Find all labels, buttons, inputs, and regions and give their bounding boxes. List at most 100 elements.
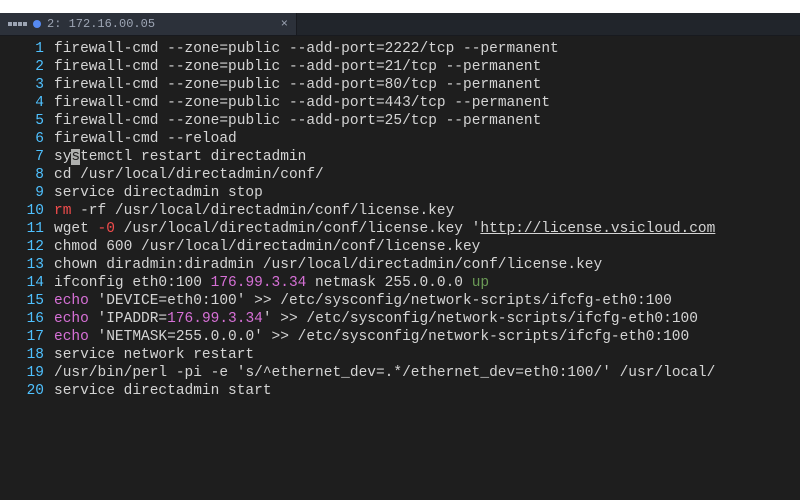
code-token: chmod 600 /usr/local/directadmin/conf/li… [54,239,480,255]
code-token: service network restart [54,347,254,363]
code-token: firewall-cmd [54,131,167,147]
code-line[interactable]: ifconfig eth0:100 176.99.3.34 netmask 25… [54,274,800,292]
code-token: --add-port [289,77,376,93]
code-line[interactable]: chmod 600 /usr/local/directadmin/conf/li… [54,238,800,256]
code-line[interactable]: firewall-cmd --zone=public --add-port=80… [54,76,800,94]
code-token: --permanent [463,41,559,57]
line-number-gutter: 1234567891011121314151617181920 [0,36,50,500]
code-token: --reload [167,131,237,147]
code-token: service directadmin stop [54,185,263,201]
line-number: 2 [0,58,44,76]
code-line[interactable]: rm -rf /usr/local/directadmin/conf/licen… [54,202,800,220]
code-line[interactable]: systemctl restart directadmin [54,148,800,166]
code-line[interactable]: service directadmin stop [54,184,800,202]
line-number: 1 [0,40,44,58]
code-token: 'DEVICE=eth0:100' >> /etc/sysconfig/netw… [89,293,672,309]
code-token: -pi [176,365,202,381]
code-token: sy [54,149,71,165]
code-content[interactable]: firewall-cmd --zone=public --add-port=22… [50,36,800,500]
code-token: =public [219,41,289,57]
code-token: firewall-cmd [54,41,167,57]
code-token: =public [219,95,289,111]
code-token: 176.99.3.34 [167,311,263,327]
line-number: 3 [0,76,44,94]
code-token: firewall-cmd [54,95,167,111]
code-token: =80/tcp [376,77,446,93]
editor-tab-active[interactable]: 2: 172.16.00.05 × [0,13,297,35]
line-number: 17 [0,328,44,346]
code-line[interactable]: firewall-cmd --zone=public --add-port=22… [54,40,800,58]
code-line[interactable]: /usr/bin/perl -pi -e 's/^ethernet_dev=.*… [54,364,800,382]
code-token: --permanent [446,59,542,75]
line-number: 7 [0,148,44,166]
code-token: ' >> /etc/sysconfig/network-scripts/ifcf… [263,311,698,327]
code-token: =21/tcp [376,59,446,75]
code-line[interactable]: firewall-cmd --zone=public --add-port=25… [54,112,800,130]
code-token: up [472,275,489,291]
code-line[interactable]: firewall-cmd --zone=public --add-port=21… [54,58,800,76]
code-token: --zone [167,113,219,129]
line-number: 16 [0,310,44,328]
code-token: =public [219,113,289,129]
tab-grip-icon [8,22,27,26]
code-token: --permanent [454,95,550,111]
code-line[interactable]: service network restart [54,346,800,364]
code-token: echo [54,329,89,345]
code-token: ifconfig eth0:100 [54,275,211,291]
code-token: service directadmin start [54,383,272,399]
line-number: 8 [0,166,44,184]
code-line[interactable]: echo 'DEVICE=eth0:100' >> /etc/sysconfig… [54,292,800,310]
code-token: =25/tcp [376,113,446,129]
line-number: 13 [0,256,44,274]
code-token: temctl restart directadmin [80,149,306,165]
code-token: firewall-cmd [54,77,167,93]
code-token: firewall-cmd [54,113,167,129]
code-line[interactable]: service directadmin start [54,382,800,400]
code-token: rm [54,203,80,219]
code-token: wget [54,221,98,237]
code-token: netmask 255.0.0.0 [306,275,471,291]
code-line[interactable]: cd /usr/local/directadmin/conf/ [54,166,800,184]
line-number: 12 [0,238,44,256]
line-number: 5 [0,112,44,130]
line-number: 20 [0,382,44,400]
line-number: 10 [0,202,44,220]
tab-close-icon[interactable]: × [281,15,288,33]
code-token: =public [219,77,289,93]
code-token: http://license.vsicloud.com [480,221,715,237]
code-line[interactable]: echo 'NETMASK=255.0.0.0' >> /etc/sysconf… [54,328,800,346]
code-line[interactable]: wget -0 /usr/local/directadmin/conf/lice… [54,220,800,238]
code-token: 'IPADDR= [89,311,167,327]
code-token: --zone [167,59,219,75]
code-token: cd /usr/local/directadmin/conf/ [54,167,324,183]
code-line[interactable]: firewall-cmd --reload [54,130,800,148]
code-token: --add-port [289,41,376,57]
browser-chrome-strip [0,0,800,13]
line-number: 6 [0,130,44,148]
line-number: 11 [0,220,44,238]
line-number: 4 [0,94,44,112]
line-number: 14 [0,274,44,292]
line-number: 19 [0,364,44,382]
code-token: /usr/local/directadmin/conf/license.key [106,203,454,219]
line-number: 18 [0,346,44,364]
code-token: --permanent [446,113,542,129]
code-line[interactable]: echo 'IPADDR=176.99.3.34' >> /etc/syscon… [54,310,800,328]
line-number: 9 [0,184,44,202]
code-token: /usr/local/directadmin/conf/license.key … [115,221,480,237]
code-token: /usr/bin/perl [54,365,176,381]
line-number: 15 [0,292,44,310]
tab-title: 2: 172.16.00.05 [47,15,155,33]
code-token: --add-port [289,113,376,129]
code-line[interactable]: chown diradmin:diradmin /usr/local/direc… [54,256,800,274]
code-token: --zone [167,41,219,57]
tab-status-dot-icon [33,20,41,28]
editor-area[interactable]: 1234567891011121314151617181920 firewall… [0,36,800,500]
code-token: 'NETMASK=255.0.0.0' >> /etc/sysconfig/ne… [89,329,689,345]
text-cursor: s [71,149,80,165]
code-token: chown diradmin:diradmin /usr/local/direc… [54,257,602,273]
code-token: --zone [167,77,219,93]
editor-tabbar: 2: 172.16.00.05 × [0,13,800,36]
code-token: --add-port [289,95,376,111]
code-line[interactable]: firewall-cmd --zone=public --add-port=44… [54,94,800,112]
